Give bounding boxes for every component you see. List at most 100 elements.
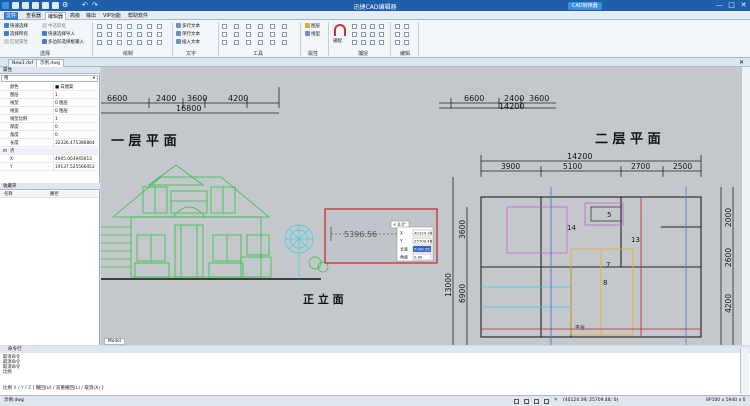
match-props-button[interactable]: 匹配属性	[4, 39, 28, 45]
snap-button-label[interactable]: 捕捉	[333, 39, 342, 45]
copy-icon[interactable]	[234, 24, 239, 29]
property-value[interactable]: 32326.475386864	[55, 140, 95, 147]
midpoint-snap-icon[interactable]	[361, 40, 366, 45]
line-tool-icon[interactable]	[97, 40, 102, 45]
command-scrollbar[interactable]	[740, 348, 749, 394]
rect-tool-icon[interactable]	[137, 40, 142, 45]
polyline-tool-icon[interactable]	[107, 24, 112, 29]
vertical-scrollbar[interactable]	[741, 67, 750, 345]
restore-button[interactable]: □	[727, 1, 736, 9]
entity-filter-select[interactable]: 线 ▾	[1, 75, 98, 82]
mirror-icon[interactable]	[270, 32, 275, 37]
endpoint-snap-icon[interactable]	[352, 32, 357, 37]
mtext-button[interactable]: 多行文本	[176, 23, 200, 29]
menu-viewer[interactable]: 查看器	[24, 12, 43, 20]
polygon-select-button[interactable]: 多边形选择框输入	[42, 39, 84, 45]
menu-advanced[interactable]: 高级	[68, 12, 82, 20]
favorites-col-path[interactable]: 路径	[50, 191, 59, 198]
midpoint-snap-icon[interactable]	[361, 32, 366, 37]
erase-icon[interactable]	[404, 40, 409, 45]
hatch-tool-icon[interactable]	[147, 40, 152, 45]
dyn-input-value[interactable]: 25709.48	[414, 239, 433, 244]
polyline-tool-icon[interactable]	[107, 32, 112, 37]
prompt-option-y[interactable]: Y	[21, 386, 24, 391]
property-value[interactable]: 0	[55, 132, 58, 139]
move-icon[interactable]	[222, 32, 227, 37]
prop-x-value[interactable]: 4905.003945613	[55, 156, 92, 163]
command-prompt[interactable]: 比例 X / Y / Z [ 撤回(U) / 双重撤回(L) / 取消(X) ]…	[3, 386, 105, 392]
point-tool-icon[interactable]	[157, 32, 162, 37]
line-tool-icon[interactable]	[97, 24, 102, 29]
layer-button[interactable]: 图层	[305, 23, 320, 29]
property-value[interactable]: 0 图层	[55, 100, 68, 107]
prompt-option-z[interactable]: Z	[28, 386, 31, 391]
trim-icon[interactable]	[282, 32, 287, 37]
arc-tool-icon[interactable]	[127, 40, 132, 45]
menu-file[interactable]: 文件	[4, 12, 19, 20]
minimize-button[interactable]: —	[715, 1, 724, 9]
menu-output[interactable]: 输出	[84, 12, 98, 20]
point-tool-icon[interactable]	[157, 24, 162, 29]
collapse-icon[interactable]: ⊟	[3, 148, 7, 155]
erase-icon[interactable]	[404, 32, 409, 37]
cad-drawing[interactable]: 6600 2400 3600 4200 16800 6600 2400 3600…	[101, 67, 741, 345]
endpoint-snap-icon[interactable]	[352, 24, 357, 29]
center-snap-icon[interactable]	[370, 32, 375, 37]
line-tool-icon[interactable]	[97, 32, 102, 37]
rotate-icon[interactable]	[246, 32, 251, 37]
ruler-icon[interactable]: ✎	[554, 396, 558, 406]
dyn-input-value[interactable]: 40124.39	[414, 231, 433, 236]
favorites-col-name[interactable]: 名称	[4, 191, 13, 198]
property-value[interactable]: ■ 白图案	[55, 84, 73, 91]
tab-example[interactable]: 示例.dwg	[36, 59, 64, 67]
dyn-input-value[interactable]: 0.00	[414, 255, 423, 260]
erase-icon[interactable]	[404, 24, 409, 29]
move-icon[interactable]	[222, 40, 227, 45]
grid-toggle-icon[interactable]	[514, 399, 519, 404]
property-value[interactable]: 1	[55, 92, 58, 99]
center-snap-icon[interactable]	[370, 40, 375, 45]
trim-icon[interactable]	[282, 24, 287, 29]
box-select-button[interactable]: 中选取框	[42, 23, 66, 29]
arc-tool-icon[interactable]	[127, 32, 132, 37]
ortho-toggle-icon[interactable]	[534, 399, 539, 404]
circle-tool-icon[interactable]	[117, 32, 122, 37]
model-tab[interactable]: Model	[104, 338, 125, 345]
node-snap-icon[interactable]	[379, 32, 384, 37]
trim-icon[interactable]	[282, 40, 287, 45]
prop-y-value[interactable]: 19137.525566453	[55, 164, 95, 171]
insert-text-button[interactable]: 插入文本	[176, 39, 200, 45]
stext-button[interactable]: 单行文本	[176, 31, 200, 37]
snap-toggle-icon[interactable]	[524, 399, 529, 404]
center-snap-icon[interactable]	[370, 24, 375, 29]
prompt-option-x[interactable]: X	[13, 386, 16, 391]
endpoint-snap-icon[interactable]	[352, 40, 357, 45]
magnet-icon[interactable]	[334, 24, 346, 36]
hatch-tool-icon[interactable]	[147, 24, 152, 29]
polyline-tool-icon[interactable]	[107, 40, 112, 45]
menu-editor[interactable]: 编辑器	[45, 12, 67, 20]
polar-toggle-icon[interactable]	[544, 399, 549, 404]
quick-select-button[interactable]: 快速选择	[4, 23, 28, 29]
menu-vip[interactable]: VIP功能	[101, 12, 123, 20]
mirror-icon[interactable]	[270, 24, 275, 29]
property-value[interactable]: 0	[55, 124, 58, 131]
select-import-button[interactable]: 快速选择导入	[42, 31, 75, 37]
close-tab-icon[interactable]: ✕	[739, 59, 744, 66]
midpoint-snap-icon[interactable]	[361, 24, 366, 29]
node-snap-icon[interactable]	[379, 40, 384, 45]
circle-tool-icon[interactable]	[117, 40, 122, 45]
property-value[interactable]: 1	[55, 116, 58, 123]
scale-icon[interactable]	[258, 24, 263, 29]
mirror-icon[interactable]	[270, 40, 275, 45]
scale-icon[interactable]	[258, 40, 263, 45]
scale-icon[interactable]	[258, 32, 263, 37]
edit-icon[interactable]	[395, 40, 400, 45]
arc-tool-icon[interactable]	[127, 24, 132, 29]
linetype-button[interactable]: 线型	[305, 31, 320, 37]
property-value[interactable]: 0 图层	[55, 108, 68, 115]
edit-icon[interactable]	[395, 24, 400, 29]
tab-new1[interactable]: New1.dxf	[8, 59, 38, 67]
rotate-icon[interactable]	[246, 24, 251, 29]
move-icon[interactable]	[222, 24, 227, 29]
